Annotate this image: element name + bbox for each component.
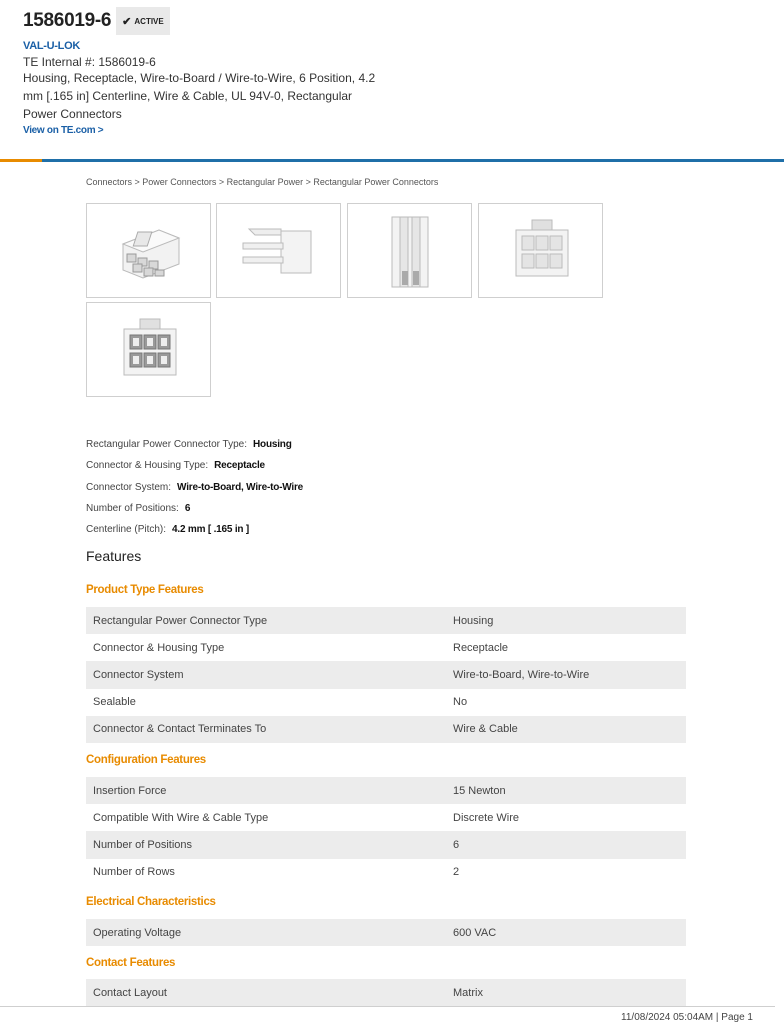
feature-name: Number of Positions bbox=[93, 838, 193, 851]
feature-value: 600 VAC bbox=[453, 926, 497, 939]
feature-table-electrical: Operating Voltage 600 VAC bbox=[86, 919, 686, 947]
checkmark-icon: ✔ bbox=[122, 15, 132, 28]
spec-label: Connector & Housing Type: bbox=[86, 460, 209, 472]
feature-value: Matrix bbox=[453, 986, 483, 999]
part-number: 1586019-6 bbox=[23, 10, 112, 31]
feature-table-configuration: Insertion Force 15 Newton Compatible With… bbox=[86, 777, 686, 886]
connector-top-image[interactable] bbox=[347, 203, 472, 298]
feature-table-product-type: Rectangular Power Connector Type Housing … bbox=[86, 607, 686, 743]
feature-table-contact: Contact Layout Matrix bbox=[86, 979, 686, 1007]
status-badge: ✔ ACTIVE bbox=[116, 7, 170, 35]
table-row: Sealable No bbox=[86, 689, 686, 716]
table-row: Insertion Force 15 Newton bbox=[86, 777, 686, 805]
title-row: 1586019-6 ✔ ACTIVE bbox=[23, 6, 423, 36]
table-row: Rectangular Power Connector Type Housing bbox=[86, 607, 686, 635]
connector-side-image[interactable] bbox=[216, 203, 341, 298]
spec-row: Centerline (Pitch): 4.2 mm [ .165 in ] bbox=[86, 519, 303, 540]
section-title-configuration: Configuration Features bbox=[86, 754, 206, 766]
spec-value: 4.2 mm [ .165 in ] bbox=[172, 524, 250, 536]
feature-name: Connector & Housing Type bbox=[93, 641, 225, 654]
connector-rear-image[interactable] bbox=[86, 302, 211, 397]
section-title-electrical: Electrical Characteristics bbox=[86, 896, 216, 908]
feature-value: No bbox=[453, 696, 468, 709]
breadcrumb: Connectors > Power Connectors > Rectangu… bbox=[86, 177, 439, 187]
features-heading: Features bbox=[86, 548, 142, 564]
feature-name: Contact Layout bbox=[93, 986, 167, 999]
feature-value: Wire & Cable bbox=[453, 723, 518, 736]
feature-value: Housing bbox=[453, 614, 494, 627]
feature-name: Compatible With Wire & Cable Type bbox=[93, 811, 269, 824]
feature-value: Receptacle bbox=[453, 641, 509, 654]
feature-name: Connector & Contact Terminates To bbox=[93, 723, 267, 736]
spec-row: Number of Positions: 6 bbox=[86, 498, 303, 519]
table-row: Compatible With Wire & Cable Type Discret… bbox=[86, 804, 686, 831]
view-on-te-link[interactable]: View on TE.com > bbox=[23, 125, 423, 136]
section-title-product-type: Product Type Features bbox=[86, 584, 204, 596]
feature-value: Discrete Wire bbox=[453, 811, 520, 824]
table-row: Number of Positions 6 bbox=[86, 831, 686, 859]
spec-label: Rectangular Power Connector Type: bbox=[86, 439, 248, 451]
feature-value: 6 bbox=[453, 838, 460, 851]
table-row: Connector & Housing Type Receptacle bbox=[86, 634, 686, 661]
table-row: Contact Layout Matrix bbox=[86, 979, 686, 1007]
header-divider-accent bbox=[0, 159, 42, 162]
page-footer: 11/08/2024 05:04AM | Page 1 bbox=[621, 1012, 753, 1023]
feature-name: Sealable bbox=[93, 696, 136, 709]
brand-link[interactable]: VAL-U-LOK bbox=[23, 40, 423, 52]
product-header: 1586019-6 ✔ ACTIVE VAL-U-LOK TE Internal… bbox=[23, 6, 423, 136]
te-internal-number: TE Internal #: 1586019-6 bbox=[23, 55, 156, 69]
table-row: Connector System Wire-to-Board, Wire-to-W… bbox=[86, 661, 686, 689]
footer-divider bbox=[0, 1006, 775, 1007]
feature-name: Insertion Force bbox=[93, 784, 167, 797]
spec-row: Connector System: Wire-to-Board, Wire-to-… bbox=[86, 477, 303, 498]
product-description: Housing, Receptacle, Wire-to-Board / Wir… bbox=[23, 71, 376, 121]
spec-value: Housing bbox=[253, 439, 292, 451]
feature-name: Rectangular Power Connector Type bbox=[93, 614, 268, 627]
section-title-contact: Contact Features bbox=[86, 957, 176, 969]
feature-value: 2 bbox=[453, 866, 460, 879]
spec-row: Connector & Housing Type: Receptacle bbox=[86, 455, 303, 476]
header-divider bbox=[0, 159, 784, 162]
feature-value: 15 Newton bbox=[453, 784, 506, 797]
connector-iso-image[interactable] bbox=[86, 203, 211, 298]
feature-name: Number of Rows bbox=[93, 866, 175, 879]
spec-value: 6 bbox=[184, 503, 191, 515]
status-text: ACTIVE bbox=[134, 16, 164, 26]
spec-value: Receptacle bbox=[214, 460, 265, 472]
spec-label: Connector System: bbox=[86, 481, 172, 493]
key-specs: Rectangular Power Connector Type: Housing… bbox=[86, 434, 303, 540]
connector-front-image[interactable] bbox=[478, 203, 603, 298]
spec-label: Number of Positions: bbox=[86, 503, 179, 515]
spec-value: Wire-to-Board, Wire-to-Wire bbox=[177, 481, 304, 493]
table-row: Number of Rows 2 bbox=[86, 859, 686, 886]
feature-name: Operating Voltage bbox=[93, 926, 182, 939]
spec-label: Centerline (Pitch): bbox=[86, 524, 167, 536]
feature-value: Wire-to-Board, Wire-to-Wire bbox=[453, 668, 590, 681]
table-row: Operating Voltage 600 VAC bbox=[86, 919, 686, 947]
table-row: Connector & Contact Terminates To Wire & … bbox=[86, 715, 686, 743]
spec-row: Rectangular Power Connector Type: Housing bbox=[86, 434, 303, 455]
feature-name: Connector System bbox=[93, 668, 184, 681]
